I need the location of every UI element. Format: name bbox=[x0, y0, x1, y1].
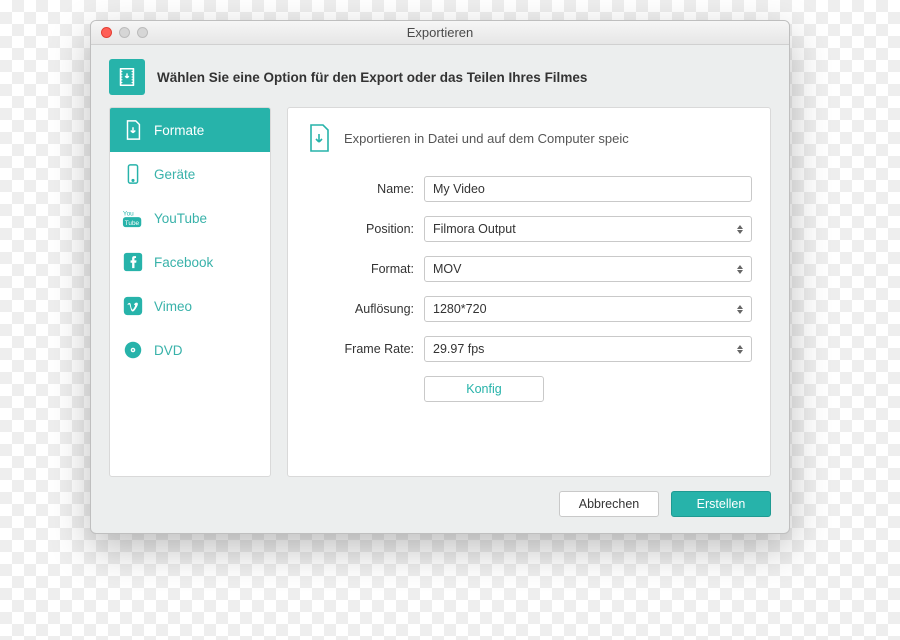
framerate-label: Frame Rate: bbox=[306, 342, 424, 356]
select-updown-icon bbox=[737, 265, 743, 274]
sidebar-item-youtube[interactable]: YouTube YouTube bbox=[110, 196, 270, 240]
position-select-value: Filmora Output bbox=[433, 222, 516, 236]
footer: Abbrechen Erstellen bbox=[109, 491, 771, 517]
position-label: Position: bbox=[306, 222, 424, 236]
format-label: Format: bbox=[306, 262, 424, 276]
create-button[interactable]: Erstellen bbox=[671, 491, 771, 517]
sidebar-item-facebook[interactable]: Facebook bbox=[110, 240, 270, 284]
sidebar-item-vimeo[interactable]: Vimeo bbox=[110, 284, 270, 328]
panel-heading-text: Exportieren in Datei und auf dem Compute… bbox=[344, 131, 629, 146]
youtube-icon: You Tube bbox=[122, 207, 144, 229]
dvd-disc-icon bbox=[122, 339, 144, 361]
vimeo-icon bbox=[122, 295, 144, 317]
sidebar-item-label: YouTube bbox=[154, 211, 207, 226]
framerate-select-value: 29.97 fps bbox=[433, 342, 484, 356]
name-label: Name: bbox=[306, 182, 424, 196]
resolution-label: Auflösung: bbox=[306, 302, 424, 316]
sidebar-item-formats[interactable]: Formate bbox=[110, 108, 270, 152]
panel-heading: Exportieren in Datei und auf dem Compute… bbox=[306, 122, 752, 154]
export-panel: Exportieren in Datei und auf dem Compute… bbox=[287, 107, 771, 477]
select-updown-icon bbox=[737, 305, 743, 314]
window-content: Wählen Sie eine Option für den Export od… bbox=[91, 45, 789, 533]
file-download-icon bbox=[122, 119, 144, 141]
sidebar-item-dvd[interactable]: DVD bbox=[110, 328, 270, 372]
export-window: Exportieren Wählen Sie eine Option für d… bbox=[90, 20, 790, 534]
cancel-button[interactable]: Abbrechen bbox=[559, 491, 659, 517]
titlebar[interactable]: Exportieren bbox=[91, 21, 789, 45]
sidebar-item-label: Facebook bbox=[154, 255, 213, 270]
select-updown-icon bbox=[737, 225, 743, 234]
format-select[interactable]: MOV bbox=[424, 256, 752, 282]
header-text: Wählen Sie eine Option für den Export od… bbox=[157, 70, 587, 85]
facebook-icon bbox=[122, 251, 144, 273]
window-title: Exportieren bbox=[91, 25, 789, 40]
sidebar-item-label: Formate bbox=[154, 123, 204, 138]
sidebar-item-label: Geräte bbox=[154, 167, 195, 182]
format-select-value: MOV bbox=[433, 262, 461, 276]
svg-text:Tube: Tube bbox=[125, 220, 140, 227]
header: Wählen Sie eine Option für den Export od… bbox=[109, 59, 771, 95]
position-select[interactable]: Filmora Output bbox=[424, 216, 752, 242]
config-button[interactable]: Konfig bbox=[424, 376, 544, 402]
export-sidebar: Formate Geräte YouTube YouTube bbox=[109, 107, 271, 477]
select-updown-icon bbox=[737, 345, 743, 354]
svg-text:You: You bbox=[123, 210, 134, 217]
framerate-select[interactable]: 29.97 fps bbox=[424, 336, 752, 362]
resolution-select-value: 1280*720 bbox=[433, 302, 487, 316]
film-export-icon bbox=[109, 59, 145, 95]
resolution-select[interactable]: 1280*720 bbox=[424, 296, 752, 322]
sidebar-item-label: DVD bbox=[154, 343, 183, 358]
sidebar-item-devices[interactable]: Geräte bbox=[110, 152, 270, 196]
file-download-outline-icon bbox=[306, 122, 332, 154]
device-phone-icon bbox=[122, 163, 144, 185]
name-input[interactable] bbox=[424, 176, 752, 202]
sidebar-item-label: Vimeo bbox=[154, 299, 192, 314]
